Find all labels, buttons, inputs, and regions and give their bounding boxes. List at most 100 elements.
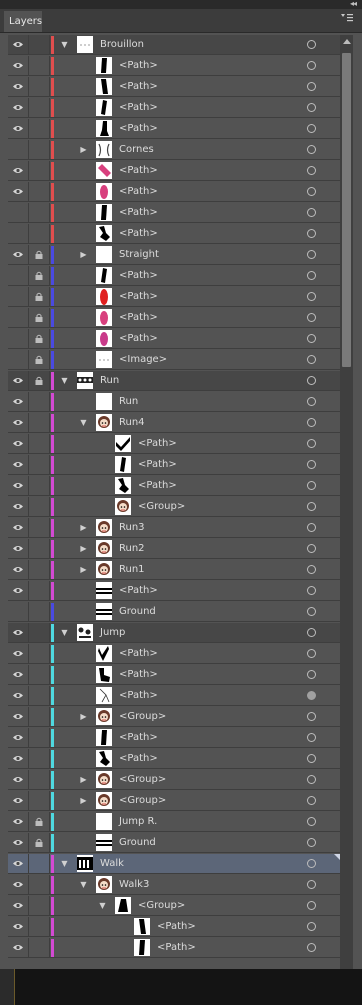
lock-toggle[interactable] (29, 791, 50, 811)
visibility-toggle[interactable] (8, 833, 29, 853)
visibility-toggle[interactable] (8, 497, 29, 517)
layer-name[interactable]: Walk (100, 854, 124, 874)
target-circle-icon[interactable] (307, 460, 316, 469)
expand-right-icon[interactable]: ▶ (79, 775, 88, 784)
sublayer-row[interactable]: Run (8, 392, 340, 412)
lock-toggle[interactable] (29, 896, 50, 916)
layer-name[interactable]: <Path> (119, 98, 158, 118)
lock-toggle[interactable] (29, 308, 50, 328)
layer-name[interactable]: Run4 (119, 413, 145, 433)
visibility-toggle[interactable] (8, 728, 29, 748)
visibility-toggle[interactable] (8, 938, 29, 958)
lock-toggle[interactable] (29, 119, 50, 139)
scroll-up-arrow-icon[interactable] (343, 39, 351, 44)
lock-toggle[interactable] (29, 917, 50, 937)
target-circle-icon[interactable] (307, 40, 316, 49)
sublayer-row[interactable]: <Path> (8, 266, 340, 286)
target-circle-icon[interactable] (307, 565, 316, 574)
expand-down-icon[interactable]: ▼ (60, 40, 69, 49)
visibility-toggle[interactable] (8, 644, 29, 664)
sublayer-row[interactable]: <Path> (8, 161, 340, 181)
visibility-toggle[interactable] (8, 413, 29, 433)
visibility-toggle[interactable] (8, 581, 29, 601)
lock-toggle[interactable] (29, 560, 50, 580)
visibility-toggle[interactable] (8, 896, 29, 916)
visibility-toggle[interactable] (8, 749, 29, 769)
visibility-toggle[interactable] (8, 224, 29, 244)
layer-name[interactable]: <Path> (119, 182, 158, 202)
layer-name[interactable]: Run (119, 392, 138, 412)
visibility-toggle[interactable] (8, 602, 29, 622)
sublayer-row[interactable]: ▼ Walk3 (8, 875, 340, 895)
lock-toggle[interactable] (29, 371, 50, 391)
layer-name[interactable]: Ground (119, 602, 156, 622)
layer-name[interactable]: Run1 (119, 560, 145, 580)
sublayer-row[interactable]: ▶ Cornes (8, 140, 340, 160)
visibility-toggle[interactable] (8, 812, 29, 832)
sublayer-row[interactable]: <Path> (8, 308, 340, 328)
lock-toggle[interactable] (29, 56, 50, 76)
target-circle-icon[interactable] (307, 628, 316, 637)
lock-toggle[interactable] (29, 581, 50, 601)
visibility-toggle[interactable] (8, 875, 29, 895)
lock-toggle[interactable] (29, 182, 50, 202)
target-circle-icon[interactable] (307, 61, 316, 70)
layer-name[interactable]: <Group> (119, 707, 166, 727)
target-circle-icon[interactable] (307, 817, 316, 826)
sublayer-row[interactable]: ▶ Run2 (8, 539, 340, 559)
layer-name[interactable]: <Group> (138, 896, 185, 916)
layer-name[interactable]: <Path> (138, 434, 177, 454)
layer-row[interactable]: ▼ Jump (8, 623, 340, 643)
expand-down-icon[interactable]: ▼ (79, 418, 88, 427)
layer-name[interactable]: <Path> (119, 644, 158, 664)
sublayer-row[interactable]: ▼ Run4 (8, 413, 340, 433)
visibility-toggle[interactable] (8, 350, 29, 370)
lock-toggle[interactable] (29, 875, 50, 895)
lock-toggle[interactable] (29, 77, 50, 97)
lock-toggle[interactable] (29, 287, 50, 307)
target-circle-icon[interactable] (307, 229, 316, 238)
layer-name[interactable]: <Path> (119, 686, 158, 706)
sublayer-row[interactable]: <Path> (8, 665, 340, 685)
sublayer-row[interactable]: <Path> (8, 287, 340, 307)
expand-right-icon[interactable]: ▶ (79, 523, 88, 532)
target-circle-icon[interactable] (307, 166, 316, 175)
visibility-toggle[interactable] (8, 203, 29, 223)
sublayer-row[interactable]: <Path> (8, 182, 340, 202)
target-circle-icon[interactable] (307, 523, 316, 532)
target-circle-icon[interactable] (307, 313, 316, 322)
visibility-toggle[interactable] (8, 161, 29, 181)
layer-row[interactable]: ▼ Walk (8, 854, 340, 874)
visibility-toggle[interactable] (8, 287, 29, 307)
visibility-toggle[interactable] (8, 434, 29, 454)
lock-toggle[interactable] (29, 686, 50, 706)
layer-name[interactable]: <Path> (119, 329, 158, 349)
sublayer-row[interactable]: <Path> (8, 224, 340, 244)
sublayer-row[interactable]: <Path> (8, 476, 340, 496)
sublayer-row[interactable]: <Group> (8, 497, 340, 517)
sublayer-row[interactable]: Ground (8, 602, 340, 622)
target-circle-icon[interactable] (307, 943, 316, 952)
visibility-toggle[interactable] (8, 539, 29, 559)
visibility-toggle[interactable] (8, 665, 29, 685)
sublayer-row[interactable]: <Path> (8, 749, 340, 769)
sublayer-row[interactable]: <Path> (8, 728, 340, 748)
target-circle-icon[interactable] (307, 145, 316, 154)
sublayer-row[interactable]: <Path> (8, 119, 340, 139)
layer-name[interactable]: <Path> (119, 581, 158, 601)
lock-toggle[interactable] (29, 497, 50, 517)
layer-name[interactable]: <Path> (119, 161, 158, 181)
lock-toggle[interactable] (29, 350, 50, 370)
lock-toggle[interactable] (29, 518, 50, 538)
visibility-toggle[interactable] (8, 371, 29, 391)
sublayer-row[interactable]: <Path> (8, 644, 340, 664)
expand-right-icon[interactable]: ▶ (79, 712, 88, 721)
visibility-toggle[interactable] (8, 476, 29, 496)
sublayer-row[interactable]: <Path> (8, 56, 340, 76)
lock-toggle[interactable] (29, 161, 50, 181)
visibility-toggle[interactable] (8, 917, 29, 937)
target-circle-icon[interactable] (307, 334, 316, 343)
layer-name[interactable]: <Path> (119, 203, 158, 223)
target-circle-icon[interactable] (307, 418, 316, 427)
lock-toggle[interactable] (29, 707, 50, 727)
